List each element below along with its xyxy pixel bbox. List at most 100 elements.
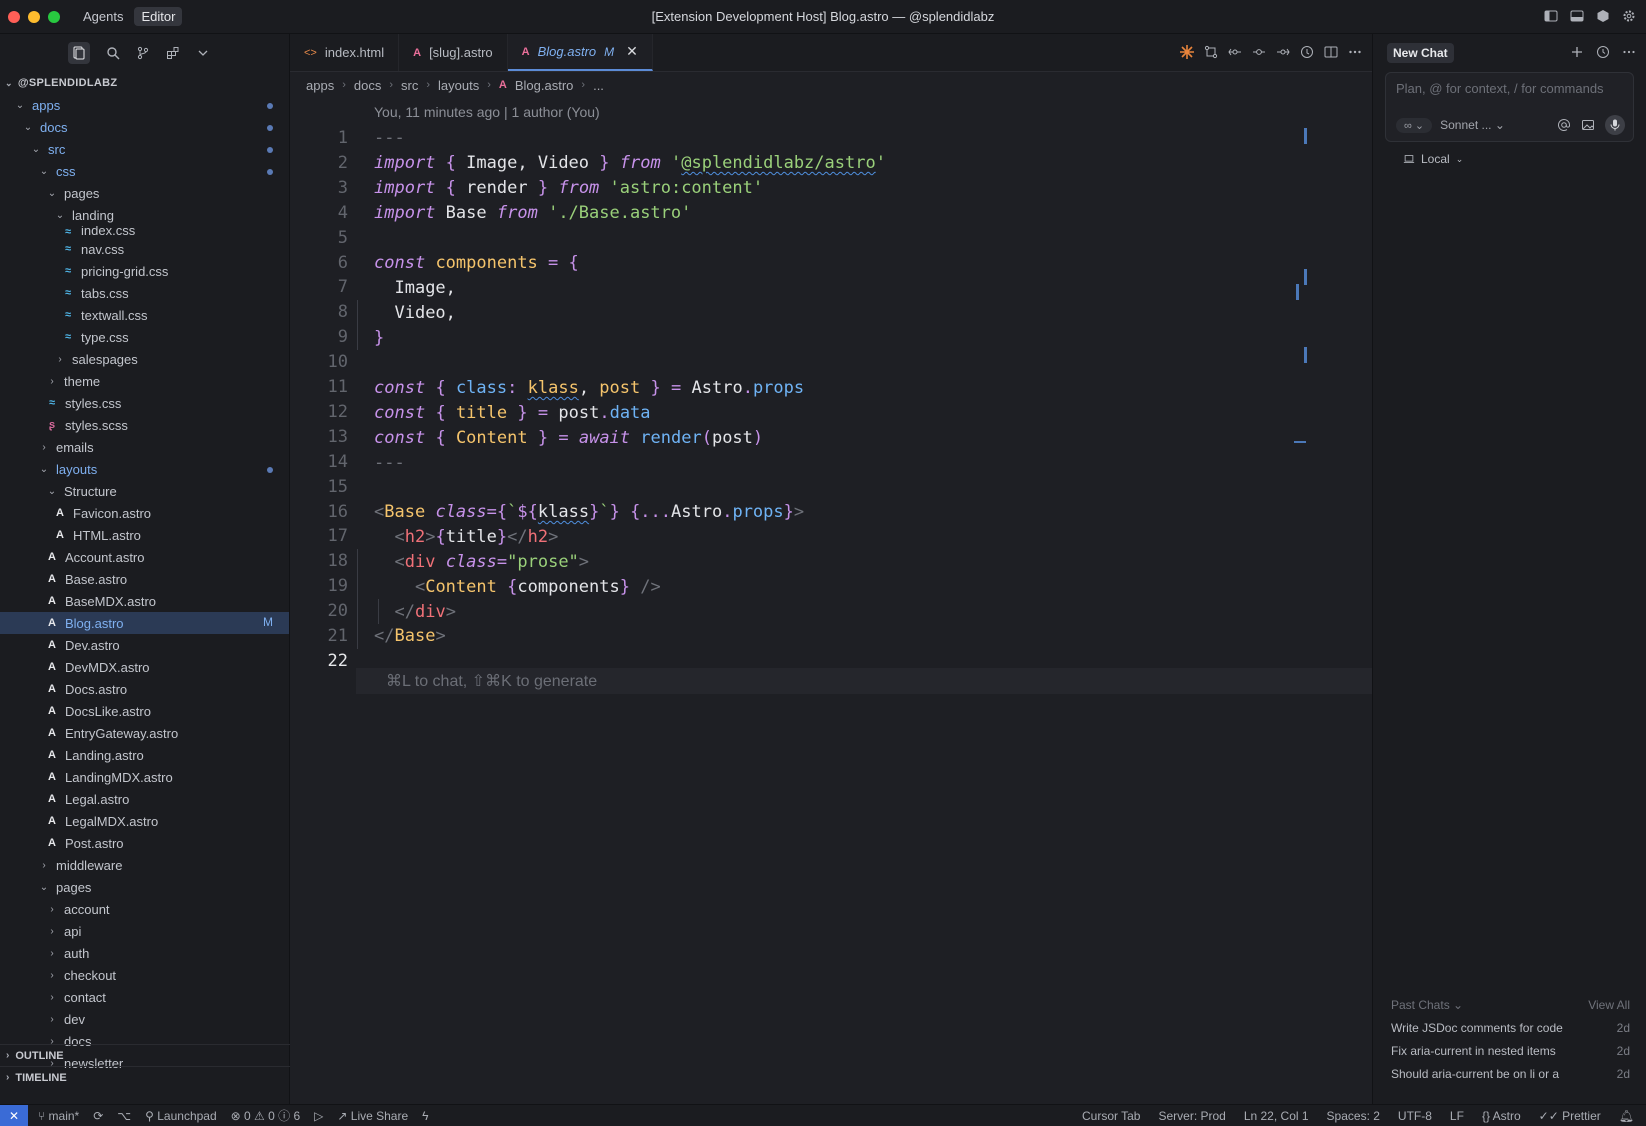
remote-indicator[interactable]: ✕	[0, 1104, 28, 1126]
tree-item[interactable]: › contact	[0, 986, 289, 1008]
timeline-section[interactable]: › TIMELINE	[0, 1066, 290, 1088]
agent-mode-dropdown[interactable]: ∞ ⌄	[1396, 117, 1433, 133]
language-mode[interactable]: {} Astro	[1482, 1109, 1521, 1123]
tree-item[interactable]: ʂ styles.scss	[0, 414, 289, 436]
files-icon[interactable]	[68, 42, 90, 64]
tree-item[interactable]: ≈ styles.css	[0, 392, 289, 414]
tree-item[interactable]: A LegalMDX.astro	[0, 810, 289, 832]
maximize-window-button[interactable]	[48, 10, 60, 23]
tab-slug-astro[interactable]: A [slug].astro	[399, 34, 508, 71]
tree-item[interactable]: ⌄ landing	[0, 204, 289, 226]
past-chat-item[interactable]: Write JSDoc comments for code 2d	[1373, 1016, 1646, 1039]
tree-item[interactable]: › dev	[0, 1008, 289, 1030]
microphone-icon[interactable]	[1605, 115, 1625, 135]
plus-icon[interactable]	[1570, 45, 1584, 59]
breadcrumb-item[interactable]: docs	[354, 78, 381, 93]
timeline-icon[interactable]	[1300, 45, 1314, 59]
run-icon[interactable]: ▷	[314, 1109, 323, 1123]
tree-item[interactable]: › api	[0, 920, 289, 942]
more-actions-icon[interactable]	[1348, 45, 1362, 59]
breadcrumb-item[interactable]: layouts	[438, 78, 479, 93]
tree-item[interactable]: ≈ nav.css	[0, 238, 289, 260]
tree-item[interactable]: A Account.astro	[0, 546, 289, 568]
tree-item[interactable]: › auth	[0, 942, 289, 964]
indentation-status[interactable]: Spaces: 2	[1327, 1109, 1380, 1123]
breadcrumb-item[interactable]: apps	[306, 78, 334, 93]
split-editor-icon[interactable]	[1324, 45, 1338, 59]
tree-item[interactable]: A DocsLike.astro	[0, 700, 289, 722]
tree-item[interactable]: A Docs.astro	[0, 678, 289, 700]
minimize-window-button[interactable]	[28, 10, 40, 23]
more-icon[interactable]	[1622, 45, 1636, 59]
cube-icon[interactable]	[1596, 9, 1610, 23]
git-graph-icon[interactable]: ⌥	[117, 1109, 131, 1123]
close-window-button[interactable]	[8, 10, 20, 23]
tree-item[interactable]: › salespages	[0, 348, 289, 370]
explorer-root[interactable]: ⌄ @SPLENDIDLABZ	[0, 72, 289, 94]
tree-item[interactable]: A Legal.astro	[0, 788, 289, 810]
new-chat-tab[interactable]: New Chat	[1387, 43, 1454, 63]
extensions-icon[interactable]	[166, 46, 180, 60]
commit-icon[interactable]	[1252, 45, 1266, 59]
tree-item[interactable]: A Favicon.astro	[0, 502, 289, 524]
search-icon[interactable]	[106, 46, 120, 60]
tree-item[interactable]: ⌄ css	[0, 160, 289, 182]
chevron-down-icon[interactable]	[196, 46, 210, 60]
branch-indicator[interactable]: ⑂ main*	[38, 1109, 79, 1123]
model-selector[interactable]: Sonnet ... ⌄	[1440, 118, 1505, 132]
tree-item[interactable]: › account	[0, 898, 289, 920]
tab-index-html[interactable]: <> index.html	[290, 34, 400, 71]
tree-item[interactable]: A BaseMDX.astro	[0, 590, 289, 612]
outline-section[interactable]: › OUTLINE	[0, 1044, 290, 1066]
toggle-sidebar-icon[interactable]	[1544, 9, 1558, 23]
go-forward-icon[interactable]	[1276, 45, 1290, 59]
sync-icon[interactable]: ⟳	[93, 1109, 103, 1123]
past-chats-toggle[interactable]: Past Chats ⌄	[1391, 998, 1463, 1012]
go-back-icon[interactable]	[1228, 45, 1242, 59]
history-icon[interactable]	[1596, 45, 1610, 59]
encoding-status[interactable]: UTF-8	[1398, 1109, 1432, 1123]
toggle-panel-icon[interactable]	[1570, 9, 1584, 23]
tree-item[interactable]: ≈ index.css	[0, 226, 289, 238]
notifications-icon[interactable]: 🔔︎	[1619, 1109, 1634, 1123]
sparkle-icon[interactable]	[1180, 45, 1194, 59]
server-status[interactable]: Server: Prod	[1158, 1109, 1225, 1123]
tree-item[interactable]: A Landing.astro	[0, 744, 289, 766]
past-chat-item[interactable]: Should aria-current be on li or a 2d	[1373, 1062, 1646, 1085]
compare-changes-icon[interactable]	[1204, 45, 1218, 59]
eol-status[interactable]: LF	[1450, 1109, 1464, 1123]
prettier-status[interactable]: ✓✓ Prettier	[1539, 1109, 1601, 1123]
launchpad-button[interactable]: ⚲ Launchpad	[145, 1109, 217, 1123]
problems-indicator[interactable]: ⊗ 0 ⚠ 0 ⓘ 6	[231, 1107, 301, 1124]
tree-item[interactable]: A Base.astro	[0, 568, 289, 590]
tree-item[interactable]: ⌄ layouts	[0, 458, 289, 480]
breadcrumb-item[interactable]: src	[401, 78, 418, 93]
tree-item[interactable]: ≈ type.css	[0, 326, 289, 348]
tree-item[interactable]: › checkout	[0, 964, 289, 986]
tree-item[interactable]: › emails	[0, 436, 289, 458]
past-chat-item[interactable]: Fix aria-current in nested items 2d	[1373, 1039, 1646, 1062]
breadcrumb-item[interactable]: Blog.astro	[515, 78, 574, 93]
tree-item[interactable]: ≈ textwall.css	[0, 304, 289, 326]
lightning-icon[interactable]: ϟ	[422, 1109, 428, 1123]
source-control-icon[interactable]	[136, 46, 150, 60]
tree-item[interactable]: ≈ pricing-grid.css	[0, 260, 289, 282]
tree-item[interactable]: A LandingMDX.astro	[0, 766, 289, 788]
tree-item[interactable]: ⌄ pages	[0, 876, 289, 898]
editor-mode-tab[interactable]: Editor	[134, 7, 183, 26]
close-tab-icon[interactable]: ✕	[626, 43, 638, 60]
tree-item[interactable]: A EntryGateway.astro	[0, 722, 289, 744]
tree-item[interactable]: A DevMDX.astro	[0, 656, 289, 678]
cursor-position[interactable]: Ln 22, Col 1	[1244, 1109, 1309, 1123]
tree-item[interactable]: A Blog.astro M	[0, 612, 289, 634]
view-all-link[interactable]: View All	[1588, 998, 1630, 1012]
live-share-button[interactable]: ↗ Live Share	[337, 1109, 408, 1123]
tree-item[interactable]: › theme	[0, 370, 289, 392]
tree-item[interactable]: ⌄ Structure	[0, 480, 289, 502]
chat-input[interactable]: Plan, @ for context, / for commands	[1396, 81, 1604, 96]
tree-item[interactable]: ≈ tabs.css	[0, 282, 289, 304]
agents-mode-tab[interactable]: Agents	[76, 7, 130, 26]
tree-item[interactable]: ⌄ src	[0, 138, 289, 160]
local-context-dropdown[interactable]: Local ⌄	[1403, 152, 1646, 166]
tree-item[interactable]: ⌄ docs	[0, 116, 289, 138]
